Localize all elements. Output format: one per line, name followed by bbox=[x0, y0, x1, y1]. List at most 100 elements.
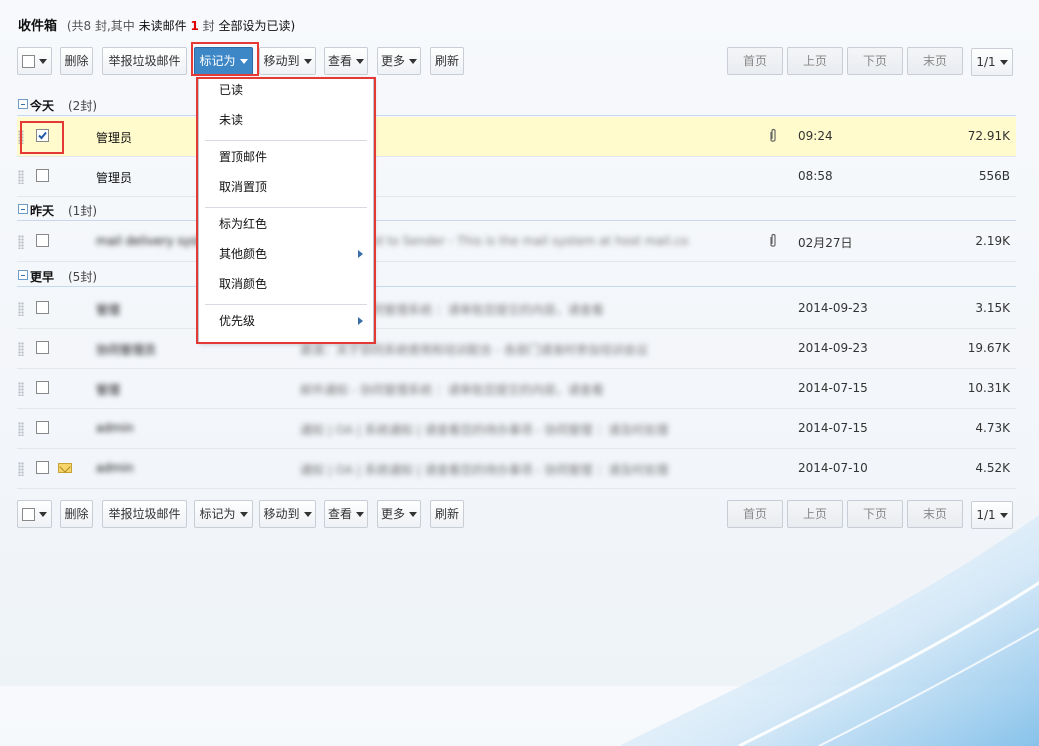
last-page-button[interactable]: 末页 bbox=[907, 47, 963, 75]
mark-as-label: 标记为 bbox=[199, 54, 236, 68]
chevron-down-icon bbox=[356, 59, 364, 64]
refresh-button[interactable]: 刷新 bbox=[430, 500, 464, 528]
attachment-icon bbox=[768, 233, 778, 252]
page-select[interactable]: 1/1 bbox=[971, 48, 1013, 76]
menu-item-other-colors[interactable]: 其他颜色 bbox=[199, 242, 373, 272]
row-checkbox[interactable] bbox=[36, 129, 49, 142]
next-page-button[interactable]: 下页 bbox=[847, 500, 903, 528]
mail-date: 2014-09-23 bbox=[798, 301, 868, 315]
group-earlier[interactable]: 更早 (5封) bbox=[17, 265, 1016, 287]
drag-handle-icon[interactable] bbox=[18, 302, 24, 316]
drag-handle-icon[interactable] bbox=[18, 235, 24, 249]
menu-item-read[interactable]: 已读 bbox=[199, 78, 373, 108]
mail-row[interactable]: 管理员 件现在测试 09:24 72.91K bbox=[17, 117, 1016, 157]
chevron-down-icon bbox=[303, 512, 312, 517]
mail-date: 2014-07-10 bbox=[798, 461, 868, 475]
mail-size: 10.31K bbox=[967, 381, 1010, 395]
report-spam-button[interactable]: 举报垃圾邮件 bbox=[102, 47, 187, 75]
first-page-button[interactable]: 首页 bbox=[727, 500, 783, 528]
group-name: 昨天 bbox=[30, 204, 55, 218]
report-spam-button[interactable]: 举报垃圾邮件 bbox=[102, 500, 187, 528]
mail-row[interactable]: mail delivery system Mail Returned to Se… bbox=[17, 222, 1016, 262]
mail-size: 3.15K bbox=[975, 301, 1010, 315]
select-all-checkbox[interactable] bbox=[22, 55, 35, 68]
prev-page-button[interactable]: 上页 bbox=[787, 500, 843, 528]
chevron-down-icon bbox=[409, 59, 417, 64]
drag-handle-icon[interactable] bbox=[18, 382, 24, 396]
menu-item-label: 其他颜色 bbox=[219, 247, 268, 261]
menu-item-unread[interactable]: 未读 bbox=[199, 108, 373, 138]
row-checkbox[interactable] bbox=[36, 169, 49, 182]
chevron-down-icon bbox=[999, 60, 1008, 65]
row-checkbox[interactable] bbox=[36, 234, 49, 247]
last-page-button[interactable]: 末页 bbox=[907, 500, 963, 528]
collapse-icon[interactable] bbox=[18, 204, 28, 214]
move-to-label: 移动到 bbox=[263, 507, 300, 521]
mail-subject[interactable]: 邀请：关于协同系统使用和培训配合 - 各部门请准时参加培训会议 bbox=[300, 341, 760, 358]
mail-row[interactable]: 管理员 式 08:58 556B bbox=[17, 157, 1016, 197]
submenu-arrow-icon bbox=[358, 317, 363, 325]
mail-subject[interactable]: 邮件通知 - 协同管理系统 ：请审批您提交的内容，请查看 bbox=[300, 381, 760, 398]
refresh-button[interactable]: 刷新 bbox=[430, 47, 464, 75]
next-page-button[interactable]: 下页 bbox=[847, 47, 903, 75]
first-page-button[interactable]: 首页 bbox=[727, 47, 783, 75]
row-checkbox[interactable] bbox=[36, 421, 49, 434]
view-button[interactable]: 查看 bbox=[324, 47, 368, 75]
mail-row[interactable]: 协同管理员 邀请：关于协同系统使用和培训配合 - 各部门请准时参加培训会议 20… bbox=[17, 329, 1016, 369]
mail-subject[interactable]: 通知 | OA | 系统通知 | 请查看您的待办事项 - 协同管理 ：请及时处理 bbox=[300, 421, 760, 438]
mark-as-label: 标记为 bbox=[199, 507, 236, 521]
group-today[interactable]: 今天 (2封) bbox=[17, 94, 1016, 116]
drag-handle-icon[interactable] bbox=[18, 170, 24, 184]
mark-as-menu: 已读 未读 置顶邮件 取消置顶 标为红色 其他颜色 取消颜色 优先级 bbox=[198, 77, 374, 343]
more-label: 更多 bbox=[380, 507, 405, 521]
menu-item-pin[interactable]: 置顶邮件 bbox=[199, 145, 373, 175]
view-button[interactable]: 查看 bbox=[324, 500, 368, 528]
row-checkbox[interactable] bbox=[36, 461, 49, 474]
chevron-down-icon bbox=[239, 512, 248, 517]
more-button[interactable]: 更多 bbox=[377, 500, 421, 528]
more-button[interactable]: 更多 bbox=[377, 47, 421, 75]
menu-divider bbox=[205, 207, 367, 208]
mail-row[interactable]: 管理 邮件通知 - 协同管理系统 ：请审批您提交的内容，请查看 2014-09-… bbox=[17, 289, 1016, 329]
prev-page-button[interactable]: 上页 bbox=[787, 47, 843, 75]
menu-item-unpin[interactable]: 取消置顶 bbox=[199, 175, 373, 205]
select-all-dropdown[interactable] bbox=[17, 47, 52, 75]
mail-row[interactable]: 管理 邮件通知 - 协同管理系统 ：请审批您提交的内容，请查看 2014-07-… bbox=[17, 369, 1016, 409]
drag-handle-icon[interactable] bbox=[18, 130, 24, 144]
group-yesterday[interactable]: 昨天 (1封) bbox=[17, 199, 1016, 221]
drag-handle-icon[interactable] bbox=[18, 422, 24, 436]
mail-subject[interactable]: 通知 | OA | 系统通知 | 请查看您的待办事项 - 协同管理 ：请及时处理 bbox=[300, 461, 760, 478]
collapse-icon[interactable] bbox=[18, 270, 28, 280]
mail-row[interactable]: admin 通知 | OA | 系统通知 | 请查看您的待办事项 - 协同管理 … bbox=[17, 449, 1016, 489]
mail-from: 管理 bbox=[96, 383, 121, 397]
move-to-button[interactable]: 移动到 bbox=[259, 500, 316, 528]
delete-button[interactable]: 删除 bbox=[60, 47, 93, 75]
menu-item-label: 优先级 bbox=[219, 314, 256, 328]
drag-handle-icon[interactable] bbox=[18, 462, 24, 476]
more-label: 更多 bbox=[380, 54, 405, 68]
page-select[interactable]: 1/1 bbox=[971, 501, 1013, 529]
mail-date: 2014-07-15 bbox=[798, 421, 868, 435]
mail-from: 管理员 bbox=[96, 131, 133, 145]
mail-size: 72.91K bbox=[967, 129, 1010, 143]
bottom-toolbar: 删除 举报垃圾邮件 标记为 移动到 查看 更多 刷新 首页 上页 下页 末页 1… bbox=[17, 500, 1017, 529]
mail-row[interactable]: admin 通知 | OA | 系统通知 | 请查看您的待办事项 - 协同管理 … bbox=[17, 409, 1016, 449]
chevron-down-icon bbox=[303, 59, 312, 64]
move-to-button[interactable]: 移动到 bbox=[259, 47, 316, 75]
drag-handle-icon[interactable] bbox=[18, 342, 24, 356]
mark-all-read-link[interactable]: 全部设为已读) bbox=[219, 19, 296, 33]
menu-item-priority[interactable]: 优先级 bbox=[199, 309, 373, 339]
group-name: 更早 bbox=[30, 270, 55, 284]
select-all-checkbox[interactable] bbox=[22, 508, 35, 521]
row-checkbox[interactable] bbox=[36, 301, 49, 314]
mail-size: 2.19K bbox=[975, 234, 1010, 248]
menu-item-clear-color[interactable]: 取消颜色 bbox=[199, 272, 373, 302]
row-checkbox[interactable] bbox=[36, 381, 49, 394]
row-checkbox[interactable] bbox=[36, 341, 49, 354]
delete-button[interactable]: 删除 bbox=[60, 500, 93, 528]
menu-item-mark-red[interactable]: 标为红色 bbox=[199, 212, 373, 242]
mark-as-button[interactable]: 标记为 bbox=[194, 47, 253, 75]
select-all-dropdown[interactable] bbox=[17, 500, 52, 528]
mark-as-button[interactable]: 标记为 bbox=[194, 500, 253, 528]
collapse-icon[interactable] bbox=[18, 99, 28, 109]
